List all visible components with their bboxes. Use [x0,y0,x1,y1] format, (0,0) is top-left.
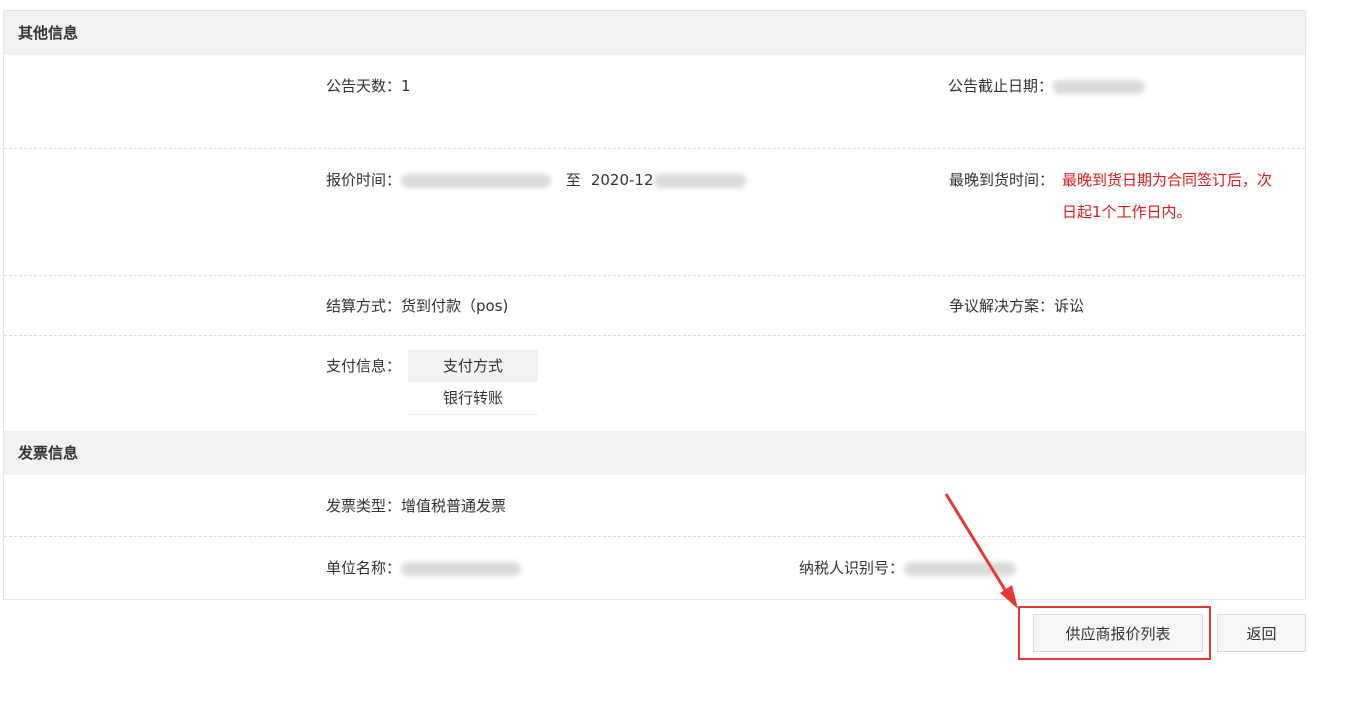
annotation-arrow-icon [944,493,1018,609]
supplier-quote-list-button[interactable]: 供应商报价列表 [1033,614,1203,652]
back-button[interactable]: 返回 [1217,614,1306,652]
